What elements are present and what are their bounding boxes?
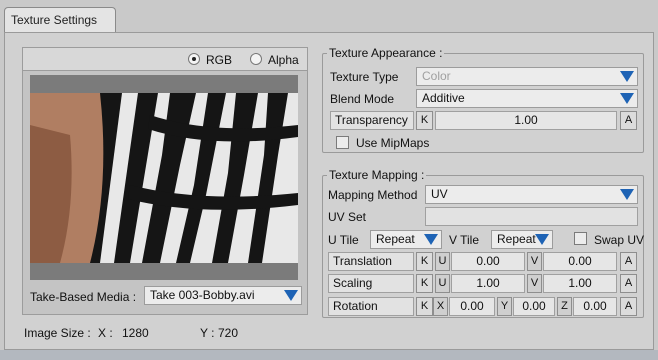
mapping-method-value: UV (431, 187, 448, 201)
rotation-x-axis: X (433, 297, 448, 316)
rotation-y-field[interactable]: 0.00 (513, 297, 555, 316)
translation-label: Translation (328, 252, 414, 271)
transparency-anim-button[interactable]: A (620, 111, 637, 130)
vtile-label: V Tile (449, 233, 480, 247)
blend-mode-dropdown[interactable]: Additive (416, 89, 638, 108)
mapping-method-dropdown[interactable]: UV (425, 185, 638, 204)
alpha-label: Alpha (268, 53, 299, 67)
swap-uv-label: Swap UV (594, 233, 645, 247)
image-size-x-label: X : (98, 326, 113, 340)
scaling-u-field[interactable]: 1.00 (451, 274, 525, 293)
scaling-u-axis: U (435, 274, 450, 293)
uv-set-field[interactable] (425, 207, 638, 226)
rotation-z-field[interactable]: 0.00 (573, 297, 617, 316)
scaling-label: Scaling (328, 274, 414, 293)
scaling-v-axis: V (527, 274, 542, 293)
chevron-down-icon (535, 234, 549, 245)
translation-v-axis: V (527, 252, 542, 271)
rotation-anim-button[interactable]: A (620, 297, 637, 316)
rotation-x-field[interactable]: 0.00 (449, 297, 495, 316)
utile-value: Repeat (376, 232, 415, 246)
chevron-down-icon (620, 71, 634, 82)
scaling-anim-button[interactable]: A (620, 274, 637, 293)
utile-label: U Tile (328, 233, 359, 247)
chevron-down-icon (620, 93, 634, 104)
texture-type-label: Texture Type (330, 70, 399, 84)
tab-texture-settings[interactable]: Texture Settings (4, 7, 116, 33)
image-size-y-label: Y : (200, 326, 215, 340)
preview-toolbar (22, 47, 308, 71)
texture-type-value: Color (422, 69, 451, 83)
translation-v-field[interactable]: 0.00 (543, 252, 617, 271)
rgb-radio[interactable] (188, 53, 200, 65)
chevron-down-icon (424, 234, 438, 245)
image-size-x-value: 1280 (122, 326, 149, 340)
blend-mode-value: Additive (422, 91, 465, 105)
take-media-label: Take-Based Media : (30, 290, 137, 304)
scaling-v-field[interactable]: 1.00 (543, 274, 617, 293)
take-media-dropdown[interactable]: Take 003-Bobby.avi (144, 286, 302, 305)
blend-mode-label: Blend Mode (330, 92, 395, 106)
texture-preview-image (30, 75, 298, 280)
chevron-down-icon (284, 290, 298, 301)
zebra-texture-illustration (30, 75, 298, 280)
image-size-y-value: 720 (218, 326, 239, 340)
texture-type-dropdown[interactable]: Color (416, 67, 638, 86)
alpha-radio[interactable] (250, 53, 262, 65)
texture-appearance-title: Texture Appearance : (327, 46, 445, 60)
transparency-field[interactable]: 1.00 (435, 111, 617, 130)
chevron-down-icon (620, 189, 634, 200)
utile-dropdown[interactable]: Repeat (370, 230, 442, 249)
rotation-key-button[interactable]: K (416, 297, 433, 316)
translation-key-button[interactable]: K (416, 252, 433, 271)
scaling-key-button[interactable]: K (416, 274, 433, 293)
rgb-label: RGB (206, 53, 233, 67)
transparency-key-button[interactable]: K (416, 111, 433, 130)
rotation-z-axis: Z (557, 297, 572, 316)
rotation-y-axis: Y (497, 297, 512, 316)
use-mipmaps-label: Use MipMaps (356, 136, 430, 150)
take-media-value: Take 003-Bobby.avi (150, 288, 255, 302)
rotation-label: Rotation (328, 297, 414, 316)
texture-mapping-title: Texture Mapping : (327, 168, 427, 182)
swap-uv-checkbox[interactable] (574, 232, 587, 245)
vtile-dropdown[interactable]: Repeat (491, 230, 553, 249)
translation-u-axis: U (435, 252, 450, 271)
translation-anim-button[interactable]: A (620, 252, 637, 271)
vtile-value: Repeat (497, 232, 536, 246)
use-mipmaps-checkbox[interactable] (336, 136, 349, 149)
uv-set-label: UV Set (328, 210, 367, 224)
image-size-label: Image Size : (24, 326, 91, 340)
bottom-strip (0, 350, 658, 360)
mapping-method-label: Mapping Method (328, 188, 418, 202)
translation-u-field[interactable]: 0.00 (451, 252, 525, 271)
transparency-label: Transparency (330, 111, 414, 130)
